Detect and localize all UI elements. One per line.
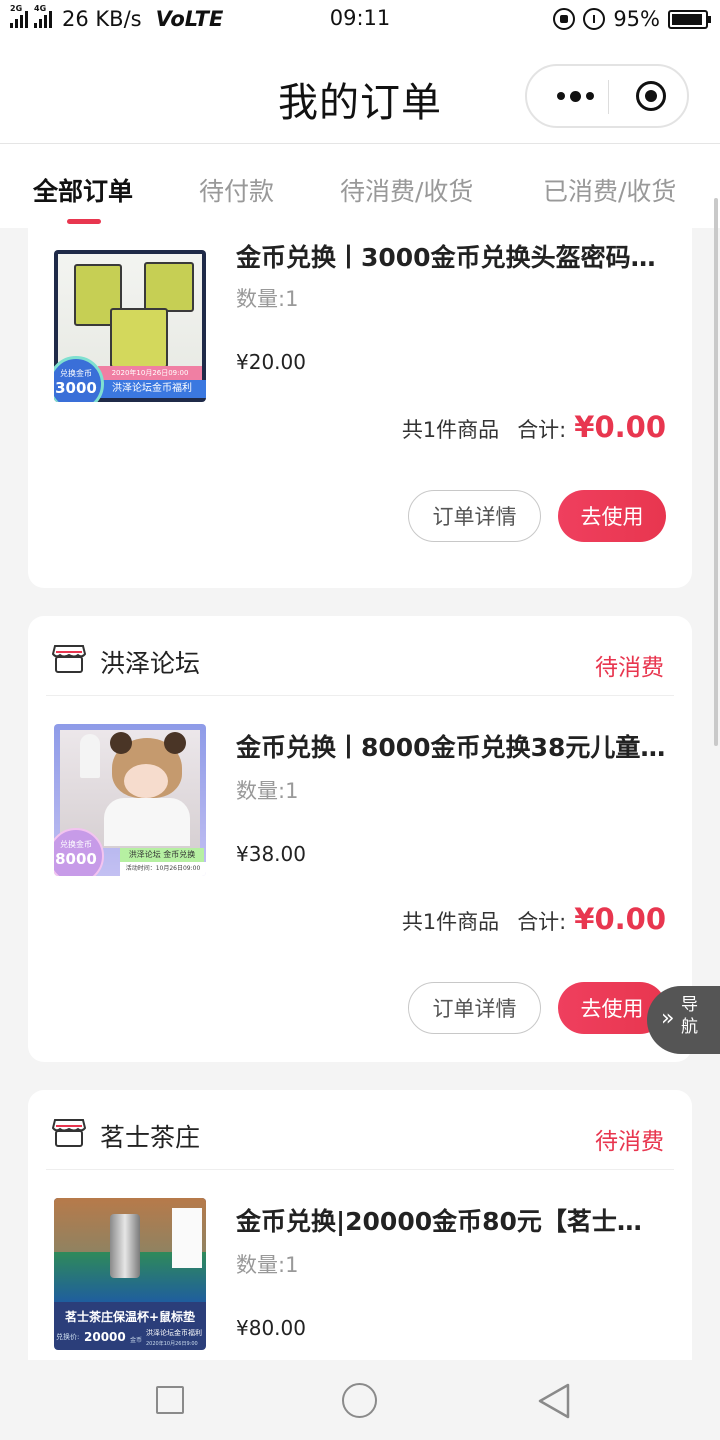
total-amount: ¥0.00 — [574, 410, 666, 444]
product-image-caption: 洪泽论坛 金币兑换 — [128, 850, 196, 859]
home-icon[interactable] — [342, 1383, 377, 1418]
system-nav-bar — [0, 1360, 720, 1440]
shop-row[interactable]: 洪泽论坛 待消费 — [28, 616, 692, 696]
product-image-caption: 茗士茶庄保温杯+鼠标垫 — [64, 1310, 196, 1324]
alarm-icon — [583, 8, 606, 30]
shop-name: 洪泽论坛 — [100, 649, 201, 678]
order-card: 洪泽论坛 待消费 洪泽论坛 金币兑换 活动时间：10月26日09:00 兑换金币… — [28, 616, 692, 1062]
product-image[interactable]: 2020年10月26日09:00 洪泽论坛金币福利 兑换金币 3000 — [54, 250, 206, 402]
order-status: 待消费 — [595, 655, 664, 681]
title-bar: 我的订单 — [0, 38, 720, 144]
product-image-date: 活动时间：10月26日09:00 — [120, 862, 206, 876]
product-image-date: 2020年10月26日9:00 — [146, 1341, 198, 1347]
shop-row[interactable]: 茗士茶庄 待消费 — [28, 1090, 692, 1170]
coin-badge-label: 兑换金币 — [60, 840, 92, 849]
battery-percent: 95% — [613, 7, 660, 31]
recent-apps-icon[interactable] — [156, 1386, 184, 1414]
total-amount: ¥0.00 — [574, 902, 666, 936]
product-title[interactable]: 金币兑换|20000金币80元【茗士茶… — [236, 1202, 666, 1238]
product-image-coin-label: 兑换价: — [56, 1333, 80, 1341]
more-icon[interactable] — [545, 66, 605, 126]
item-count: 共1件商品 — [401, 910, 500, 934]
tab-consumed[interactable]: 已消费/收货 — [543, 172, 676, 208]
product-image[interactable]: 茗士茶庄保温杯+鼠标垫 兑换价: 20000 金币 洪泽论坛金币福利 2020年… — [54, 1198, 206, 1350]
floating-nav-label: 导航 — [681, 995, 698, 1037]
product-price: ¥80.00 — [236, 1316, 306, 1340]
order-detail-button[interactable]: 订单详情 — [408, 490, 541, 542]
coin-badge-value: 3000 — [55, 379, 97, 397]
total-label: 合计: — [517, 910, 567, 934]
use-button[interactable]: 去使用 — [558, 490, 666, 542]
product-image-coin: 20000 — [84, 1330, 126, 1344]
product-price: ¥38.00 — [236, 842, 306, 866]
product-image-caption: 洪泽论坛金币福利 — [112, 383, 192, 394]
divider — [46, 695, 674, 696]
product-image[interactable]: 洪泽论坛 金币兑换 活动时间：10月26日09:00 兑换金币 8000 — [54, 724, 206, 876]
status-bar: 2G 4G 26 KB/s VoLTE 09:11 95% — [0, 0, 720, 38]
order-list: 2020年10月26日09:00 洪泽论坛金币福利 兑换金币 3000 金币兑换… — [0, 228, 720, 1360]
product-quantity: 数量:1 — [236, 779, 299, 803]
total-label: 合计: — [517, 418, 567, 442]
store-icon — [52, 1119, 86, 1147]
status-right: 95% — [553, 0, 711, 38]
order-summary: 共1件商品 合计: ¥0.00 — [402, 410, 666, 444]
coin-badge-label: 兑换金币 — [60, 369, 92, 378]
scrollbar[interactable] — [714, 198, 718, 746]
double-chevron-icon: » — [661, 1006, 675, 1031]
tab-pending-consume[interactable]: 待消费/收货 — [340, 172, 473, 208]
store-icon — [52, 645, 86, 673]
product-quantity: 数量:1 — [236, 287, 299, 311]
active-tab-indicator — [67, 219, 101, 224]
product-title[interactable]: 金币兑换丨8000金币兑换38元儿童… — [236, 728, 666, 764]
capsule-divider — [608, 80, 609, 114]
rotation-lock-icon — [553, 8, 576, 30]
product-title[interactable]: 金币兑换丨3000金币兑换头盔密码… — [236, 238, 666, 274]
product-image-coin-unit: 金币 — [130, 1337, 143, 1344]
order-summary: 共1件商品 合计: ¥0.00 — [402, 902, 666, 936]
order-card: 2020年10月26日09:00 洪泽论坛金币福利 兑换金币 3000 金币兑换… — [28, 228, 692, 588]
order-detail-button[interactable]: 订单详情 — [408, 982, 541, 1034]
order-card: 茗士茶庄 待消费 茗士茶庄保温杯+鼠标垫 兑换价: 20000 金币 洪泽论坛金… — [28, 1090, 692, 1360]
mini-program-capsule — [525, 64, 689, 128]
coin-badge-value: 8000 — [55, 850, 97, 868]
order-status: 待消费 — [595, 1129, 664, 1155]
order-tabs: 全部订单 待付款 待消费/收货 已消费/收货 — [0, 144, 720, 228]
shop-name: 茗士茶庄 — [100, 1123, 201, 1152]
product-price: ¥20.00 — [236, 350, 306, 374]
tab-pending-payment[interactable]: 待付款 — [199, 172, 274, 208]
product-image-date: 2020年10月26日09:00 — [111, 369, 189, 377]
back-icon[interactable] — [536, 1382, 572, 1420]
item-count: 共1件商品 — [401, 418, 500, 442]
battery-icon — [668, 9, 711, 29]
tab-all-orders[interactable]: 全部订单 — [33, 172, 133, 208]
product-image-brand: 洪泽论坛金币福利 — [146, 1329, 202, 1337]
divider — [46, 1169, 674, 1170]
floating-nav-button[interactable]: » 导航 — [647, 986, 720, 1054]
close-target-icon[interactable] — [636, 81, 666, 111]
product-quantity: 数量:1 — [236, 1253, 299, 1277]
